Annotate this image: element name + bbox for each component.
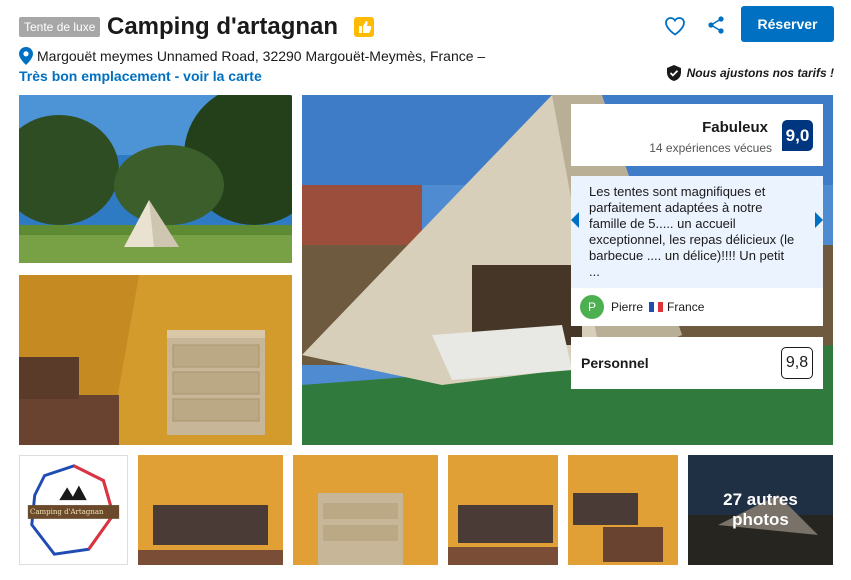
- rating-score: 9,0: [782, 120, 813, 151]
- france-flag-icon: [649, 302, 664, 312]
- review-card[interactable]: Les tentes sont magnifiques et parfaitem…: [571, 176, 823, 326]
- reserve-button[interactable]: Réserver: [741, 6, 834, 42]
- share-icon[interactable]: [706, 15, 726, 35]
- shield-check-icon: [666, 65, 681, 81]
- staff-score-card: Personnel 9,8: [571, 337, 823, 389]
- avatar: P: [580, 295, 604, 319]
- review-text: Les tentes sont magnifiques et parfaitem…: [571, 176, 823, 288]
- review-count: 14 expériences vécues: [649, 141, 772, 155]
- property-header: Tente de luxe Camping d'artagnan Margouë…: [19, 6, 834, 92]
- property-address: Margouët meymes Unnamed Road, 32290 Marg…: [19, 47, 485, 65]
- thumbnail-more-photos[interactable]: 27 autres photos: [688, 455, 833, 565]
- map-pin-icon: [19, 47, 33, 65]
- thumbnail-sofa-3[interactable]: [568, 455, 678, 565]
- thumbnail-sofa-1[interactable]: [138, 455, 283, 565]
- next-review-arrow-icon[interactable]: [815, 212, 823, 228]
- price-match-text: Nous ajustons nos tarifs !: [686, 66, 834, 80]
- rating-label: Fabuleux: [702, 119, 768, 136]
- review-author: P Pierre France: [571, 288, 823, 326]
- staff-label: Personnel: [581, 355, 649, 371]
- staff-score: 9,8: [781, 347, 813, 379]
- previous-review-arrow-icon[interactable]: [571, 212, 579, 228]
- rating-card[interactable]: Fabuleux 14 expériences vécues 9,0: [571, 104, 823, 166]
- more-photos-label: 27 autres photos: [688, 455, 833, 565]
- more-photos-text: 27 autres photos: [723, 490, 798, 529]
- thumbnail-sofa-2[interactable]: [448, 455, 558, 565]
- thumbnail-dresser[interactable]: [293, 455, 438, 565]
- address-text: Margouët meymes Unnamed Road, 32290 Marg…: [37, 48, 486, 64]
- author-country: France: [667, 300, 705, 314]
- photo-tent-field[interactable]: [19, 95, 292, 263]
- price-match-note[interactable]: Nous ajustons nos tarifs !: [666, 65, 834, 81]
- logo-text: Camping d'Artagnan: [30, 508, 104, 516]
- photo-tent-interior[interactable]: [19, 275, 292, 445]
- thumbs-up-icon: [354, 17, 374, 37]
- author-name: Pierre: [611, 300, 644, 314]
- thumbnail-logo[interactable]: Camping d'Artagnan: [19, 455, 128, 565]
- property-type-badge: Tente de luxe: [19, 17, 101, 37]
- heart-icon[interactable]: [663, 14, 687, 38]
- property-title: Camping d'artagnan: [107, 13, 339, 40]
- show-map-link[interactable]: Très bon emplacement - voir la carte: [19, 68, 262, 84]
